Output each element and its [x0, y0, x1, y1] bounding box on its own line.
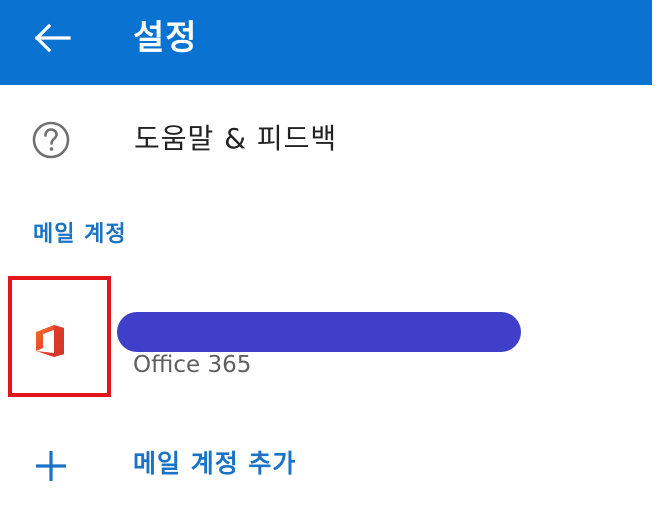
add-mail-account-item[interactable]: 메일 계정 추가 [0, 430, 652, 500]
page-title: 설정 [133, 18, 198, 58]
help-feedback-item[interactable]: 도움말 & 피드백 [0, 100, 652, 180]
app-header: 설정 [0, 0, 652, 85]
mail-account-item[interactable]: Office 365 [0, 270, 652, 405]
office-logo-icon [36, 325, 64, 357]
back-button[interactable] [22, 12, 82, 64]
plus-icon [36, 451, 66, 481]
mail-accounts-section-title: 메일 계정 [33, 222, 127, 247]
account-type-label: Office 365 [133, 352, 252, 378]
add-mail-account-label: 메일 계정 추가 [133, 449, 297, 478]
help-feedback-label: 도움말 & 피드백 [134, 122, 338, 155]
account-name-redacted [117, 312, 521, 352]
arrow-left-icon [34, 23, 71, 53]
scroll-edge [652, 0, 665, 522]
question-circle-icon [32, 121, 70, 159]
